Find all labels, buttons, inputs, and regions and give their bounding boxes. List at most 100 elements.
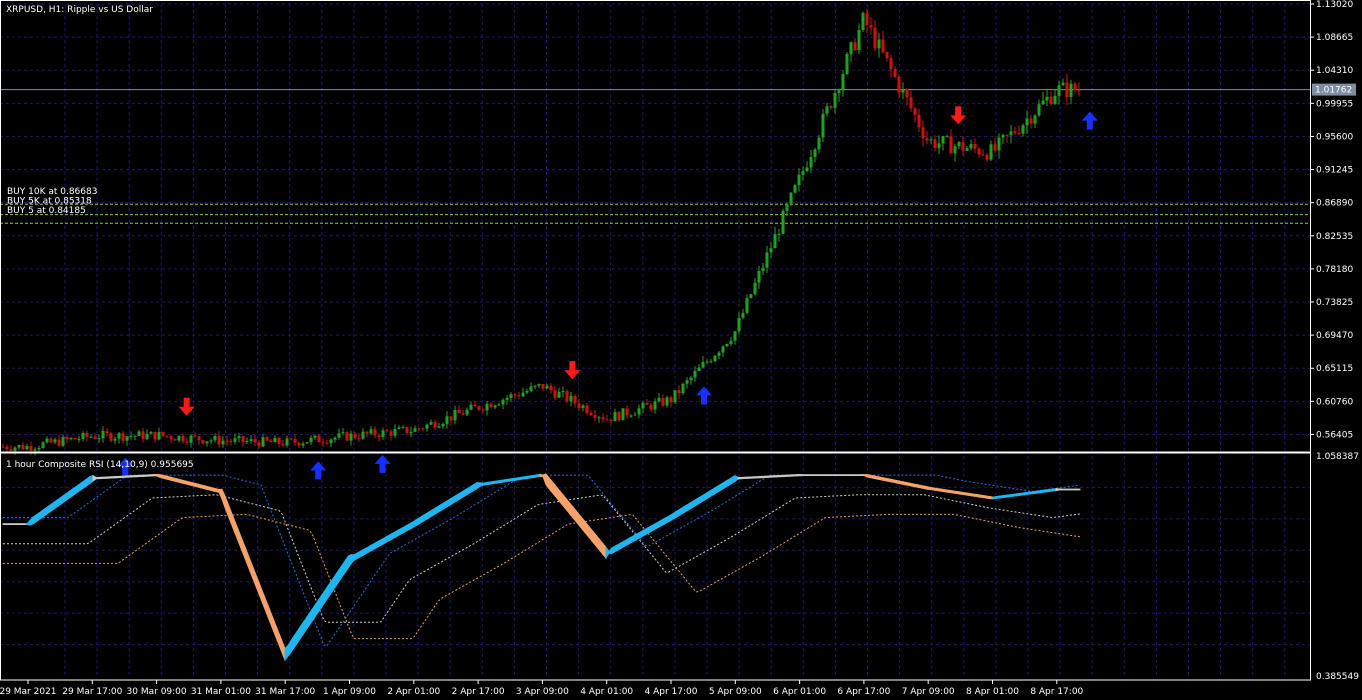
rsi-band-segment xyxy=(899,480,904,485)
candle-body xyxy=(5,446,9,450)
candle-body xyxy=(649,404,653,410)
candle-body xyxy=(105,431,109,434)
rsi-band-segment xyxy=(446,498,451,508)
rsi-band-segment xyxy=(929,486,934,491)
candle-body xyxy=(929,139,933,141)
rsi-band-segment xyxy=(146,474,151,477)
rsi-band-segment xyxy=(500,479,505,484)
candle-body xyxy=(945,136,949,138)
candle-body xyxy=(689,377,693,381)
candle-body xyxy=(421,428,425,430)
candle-body xyxy=(1061,82,1065,86)
rsi-band-segment xyxy=(854,474,859,476)
candle-body xyxy=(381,430,385,438)
candle-body xyxy=(617,412,621,421)
candle-body xyxy=(293,438,297,443)
price-axis-label: 0.56405 xyxy=(1316,430,1353,440)
candle-body xyxy=(913,108,917,115)
candle-body xyxy=(417,428,421,430)
rsi-band-segment xyxy=(107,476,112,479)
candle-body xyxy=(201,440,205,444)
candle-body xyxy=(797,174,801,186)
rsi-band-segment xyxy=(617,542,622,551)
rsi-band-segment xyxy=(770,475,775,478)
candle-body xyxy=(265,437,269,441)
indicator-axis-label: 1.058387 xyxy=(1316,452,1359,462)
candle-body xyxy=(513,394,517,396)
rsi-band-segment xyxy=(662,516,667,526)
rsi-band-segment xyxy=(857,474,862,476)
candle-body xyxy=(573,395,577,404)
candle-body xyxy=(673,390,677,403)
rsi-band-segment xyxy=(194,482,199,488)
rsi-band-segment xyxy=(533,474,538,478)
candle-body xyxy=(973,144,977,149)
candle-body xyxy=(9,449,13,451)
candle-body xyxy=(765,252,769,268)
candle-body xyxy=(577,403,581,409)
candle-body xyxy=(469,404,473,410)
candle-body xyxy=(757,270,761,283)
candle-body xyxy=(697,367,701,372)
candle-body xyxy=(793,185,797,193)
rsi-band-segment xyxy=(665,515,670,524)
rsi-band-segment xyxy=(449,496,454,506)
rsi-band-segment xyxy=(191,482,196,487)
candle-body xyxy=(269,440,273,443)
candle-body xyxy=(729,340,733,344)
rsi-band-segment xyxy=(992,495,997,500)
candle-body xyxy=(777,233,781,235)
rsi-band-segment xyxy=(731,474,736,485)
rsi-band-segment xyxy=(809,474,814,476)
rsi-band-segment xyxy=(527,475,532,479)
rsi-band-segment xyxy=(977,494,982,498)
rsi-band-segment xyxy=(356,550,361,560)
candle-body xyxy=(445,416,449,424)
rsi-band-segment xyxy=(38,509,43,521)
candle-body xyxy=(129,436,133,438)
rsi-band-segment xyxy=(212,487,217,493)
candle-body xyxy=(909,97,913,109)
rsi-band-segment xyxy=(1043,489,1048,493)
rsi-band-segment xyxy=(1067,488,1072,491)
rsi-band-segment xyxy=(866,473,871,479)
candle-body xyxy=(153,431,157,440)
candle-body xyxy=(57,439,61,446)
candle-body xyxy=(965,148,969,151)
rsi-band-segment xyxy=(65,490,70,502)
rsi-band-segment xyxy=(113,475,118,479)
candle-body xyxy=(653,401,657,410)
candle-body xyxy=(221,440,225,445)
candle-body xyxy=(437,426,441,428)
candle-body xyxy=(173,439,177,441)
candle-body xyxy=(281,443,285,446)
rsi-band-segment xyxy=(428,509,433,519)
candle-body xyxy=(97,438,101,440)
rsi-band-segment xyxy=(926,486,931,491)
rsi-band-segment xyxy=(362,547,367,557)
rsi-band-segment xyxy=(941,488,946,493)
price-axis-label: 0.91245 xyxy=(1316,166,1353,176)
candle-body xyxy=(917,114,921,128)
candle-body xyxy=(133,435,137,437)
rsi-band-segment xyxy=(869,474,874,479)
candle-body xyxy=(565,391,569,402)
candle-body xyxy=(233,438,237,442)
time-axis-label: 8 Apr 01:00 xyxy=(966,687,1019,697)
candle-body xyxy=(657,397,661,402)
trading-chart[interactable]: BUY 10K at 0.86683BUY 5K at 0.85318BUY 5… xyxy=(0,0,1362,700)
rsi-band-segment xyxy=(8,523,13,526)
rsi-band-segment xyxy=(137,474,142,478)
rsi-band-segment xyxy=(1016,492,1021,497)
candle-body xyxy=(485,403,489,411)
candle-body xyxy=(897,76,901,93)
candle-body xyxy=(441,423,445,427)
rsi-band-segment xyxy=(1034,490,1039,494)
rsi-band-segment xyxy=(203,485,208,490)
candle-body xyxy=(553,390,557,398)
candle-body xyxy=(941,136,945,144)
rsi-band-segment xyxy=(737,476,742,480)
candle-body xyxy=(813,149,817,157)
time-axis-label: 5 Apr 09:00 xyxy=(709,687,762,697)
candle-body xyxy=(837,90,841,94)
